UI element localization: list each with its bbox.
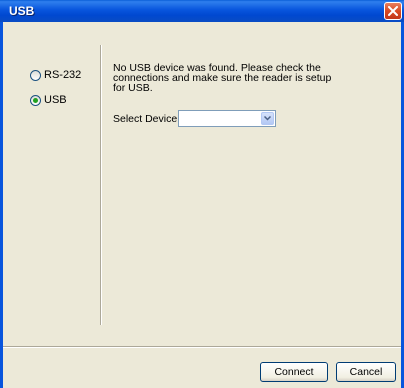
radio-rs232[interactable]: RS-232	[30, 69, 81, 81]
radio-usb[interactable]: USB	[30, 94, 67, 106]
radio-usb-circle[interactable]	[30, 94, 41, 106]
radio-rs232-label: RS-232	[44, 69, 82, 81]
chevron-down-icon	[264, 116, 271, 121]
cancel-button[interactable]: Cancel	[336, 362, 396, 382]
select-device-label: Select Device:	[113, 113, 181, 125]
title-bar[interactable]: USB	[0, 0, 404, 22]
device-select[interactable]	[178, 110, 276, 127]
connect-button[interactable]: Connect	[260, 362, 328, 382]
usb-dialog: USB RS-232 USB No USB device was found. …	[0, 0, 404, 388]
close-button[interactable]	[384, 2, 402, 20]
dropdown-button[interactable]	[261, 112, 274, 125]
radio-usb-label: USB	[44, 94, 67, 106]
window-left-border	[0, 22, 3, 388]
window-title: USB	[9, 4, 35, 18]
vertical-divider	[100, 45, 101, 325]
horizontal-divider	[3, 346, 401, 347]
radio-rs232-circle[interactable]	[30, 69, 41, 81]
status-message: No USB device was found. Please check th…	[113, 62, 332, 94]
close-icon	[388, 6, 398, 16]
